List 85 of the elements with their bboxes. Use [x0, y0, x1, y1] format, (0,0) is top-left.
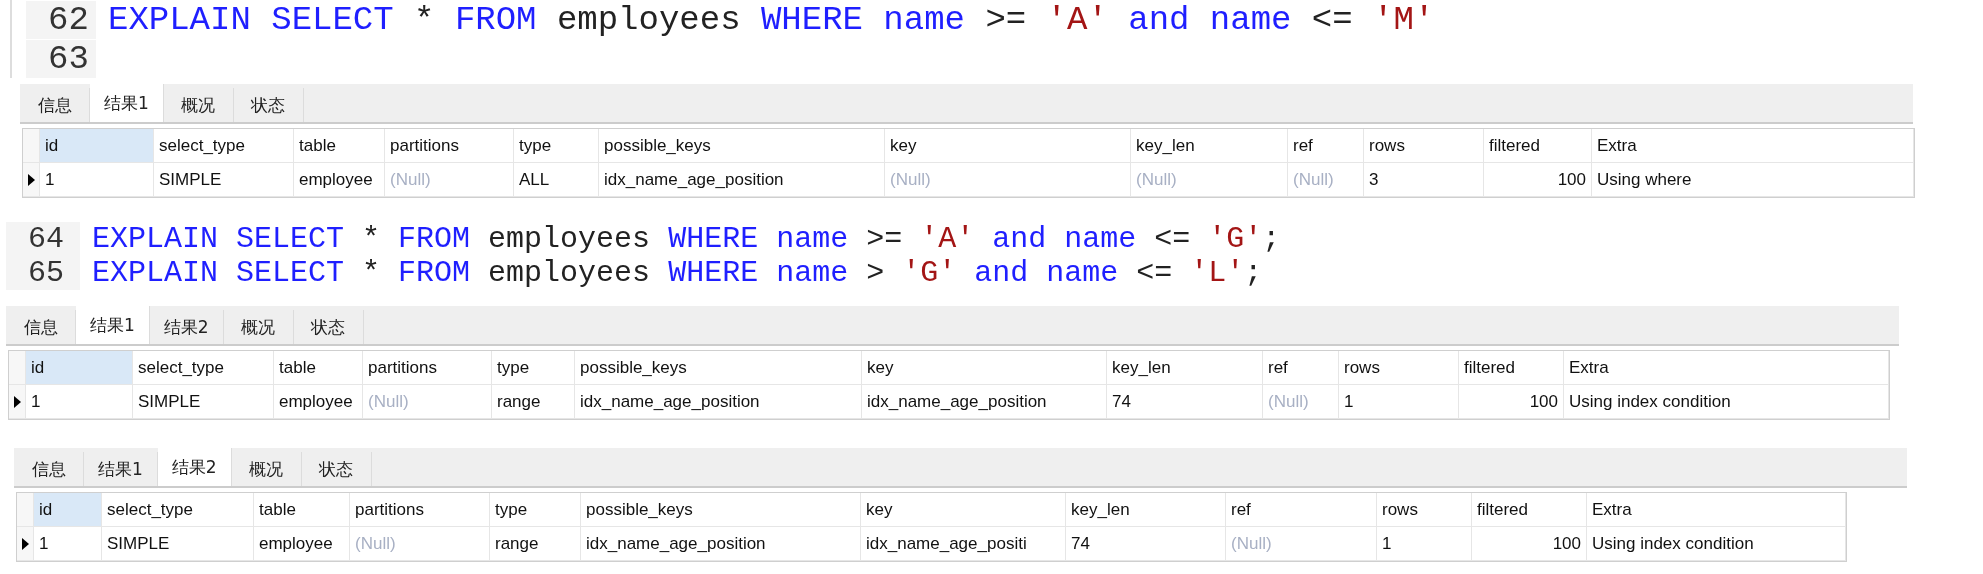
table-cell: idx_name_age_positi — [861, 527, 1066, 560]
column-header[interactable]: partitions — [385, 129, 514, 162]
table-cell: range — [492, 385, 575, 418]
table-cell: 1 — [40, 163, 154, 196]
table-cell: SIMPLE — [102, 527, 254, 560]
column-header[interactable]: rows — [1364, 129, 1484, 162]
result-tab[interactable]: 结果1 — [90, 84, 164, 122]
column-header[interactable]: select_type — [133, 351, 274, 384]
column-header[interactable]: ref — [1226, 493, 1377, 526]
column-header[interactable]: Extra — [1564, 351, 1889, 384]
table-cell: (Null) — [1288, 163, 1364, 196]
column-header[interactable]: key_len — [1131, 129, 1288, 162]
table-cell: 1 — [26, 385, 133, 418]
table-cell: employee — [254, 527, 350, 560]
column-header[interactable]: possible_keys — [575, 351, 862, 384]
column-header[interactable]: key_len — [1066, 493, 1226, 526]
table-cell: 100 — [1484, 163, 1592, 196]
column-header[interactable]: ref — [1288, 129, 1364, 162]
column-header[interactable]: partitions — [363, 351, 492, 384]
column-header[interactable]: id — [40, 129, 154, 162]
column-header[interactable]: select_type — [102, 493, 254, 526]
table-cell: idx_name_age_position — [599, 163, 885, 196]
column-header[interactable]: key — [862, 351, 1107, 384]
line-number: 63 — [26, 39, 96, 78]
table-cell: Using index condition — [1587, 527, 1846, 560]
table-cell: (Null) — [385, 163, 514, 196]
table-cell: 100 — [1472, 527, 1587, 560]
table-cell: employee — [294, 163, 385, 196]
column-header[interactable]: table — [274, 351, 363, 384]
column-header[interactable]: rows — [1339, 351, 1459, 384]
table-cell: 1 — [1377, 527, 1472, 560]
row-header[interactable] — [9, 385, 26, 418]
column-header[interactable]: key_len — [1107, 351, 1263, 384]
line-number: 64 — [6, 222, 80, 256]
table-cell: ALL — [514, 163, 599, 196]
column-header[interactable]: filtered — [1472, 493, 1587, 526]
column-header[interactable]: Extra — [1592, 129, 1914, 162]
table-cell: 74 — [1066, 527, 1226, 560]
table-cell: 3 — [1364, 163, 1484, 196]
column-header[interactable]: possible_keys — [599, 129, 885, 162]
table-cell: (Null) — [885, 163, 1131, 196]
table-cell: (Null) — [350, 527, 490, 560]
line-number: 62 — [26, 0, 96, 39]
column-header[interactable]: key — [861, 493, 1066, 526]
table-cell: (Null) — [1263, 385, 1339, 418]
table-cell: SIMPLE — [133, 385, 274, 418]
column-header[interactable]: id — [34, 493, 102, 526]
code-line: EXPLAIN SELECT * FROM employees WHERE name > 'G' and name <= 'L'; — [91, 256, 1263, 290]
table-cell: Using index condition — [1564, 385, 1889, 418]
table-cell: (Null) — [363, 385, 492, 418]
column-header[interactable]: key — [885, 129, 1131, 162]
column-header[interactable]: rows — [1377, 493, 1472, 526]
table-cell: 1 — [1339, 385, 1459, 418]
code-line: EXPLAIN SELECT * FROM employees WHERE name >= 'A' and name <= 'M' — [107, 0, 1435, 39]
column-header[interactable]: filtered — [1459, 351, 1564, 384]
table-cell: SIMPLE — [154, 163, 294, 196]
table-cell: idx_name_age_position — [575, 385, 862, 418]
row-header[interactable] — [17, 527, 34, 560]
result-tab[interactable]: 结果2 — [157, 448, 232, 486]
line-number: 65 — [6, 256, 80, 290]
table-cell: 1 — [34, 527, 102, 560]
table-cell: idx_name_age_position — [581, 527, 861, 560]
table-cell: idx_name_age_position — [862, 385, 1107, 418]
table-cell: (Null) — [1226, 527, 1377, 560]
table-cell: range — [490, 527, 581, 560]
column-header[interactable]: select_type — [154, 129, 294, 162]
result-tab[interactable]: 结果1 — [76, 306, 150, 344]
column-header[interactable]: type — [492, 351, 575, 384]
column-header[interactable]: possible_keys — [581, 493, 861, 526]
table-cell: (Null) — [1131, 163, 1288, 196]
table-cell: Using where — [1592, 163, 1914, 196]
column-header[interactable]: id — [26, 351, 133, 384]
column-header[interactable]: partitions — [350, 493, 490, 526]
column-header[interactable]: table — [294, 129, 385, 162]
column-header[interactable]: filtered — [1484, 129, 1592, 162]
row-header[interactable] — [23, 163, 40, 196]
column-header[interactable]: type — [490, 493, 581, 526]
column-header[interactable]: type — [514, 129, 599, 162]
table-cell: employee — [274, 385, 363, 418]
code-line: EXPLAIN SELECT * FROM employees WHERE name >= 'A' and name <= 'G'; — [91, 222, 1281, 256]
column-header[interactable]: table — [254, 493, 350, 526]
table-cell: 100 — [1459, 385, 1564, 418]
table-cell: 74 — [1107, 385, 1263, 418]
column-header[interactable]: ref — [1263, 351, 1339, 384]
column-header[interactable]: Extra — [1587, 493, 1846, 526]
